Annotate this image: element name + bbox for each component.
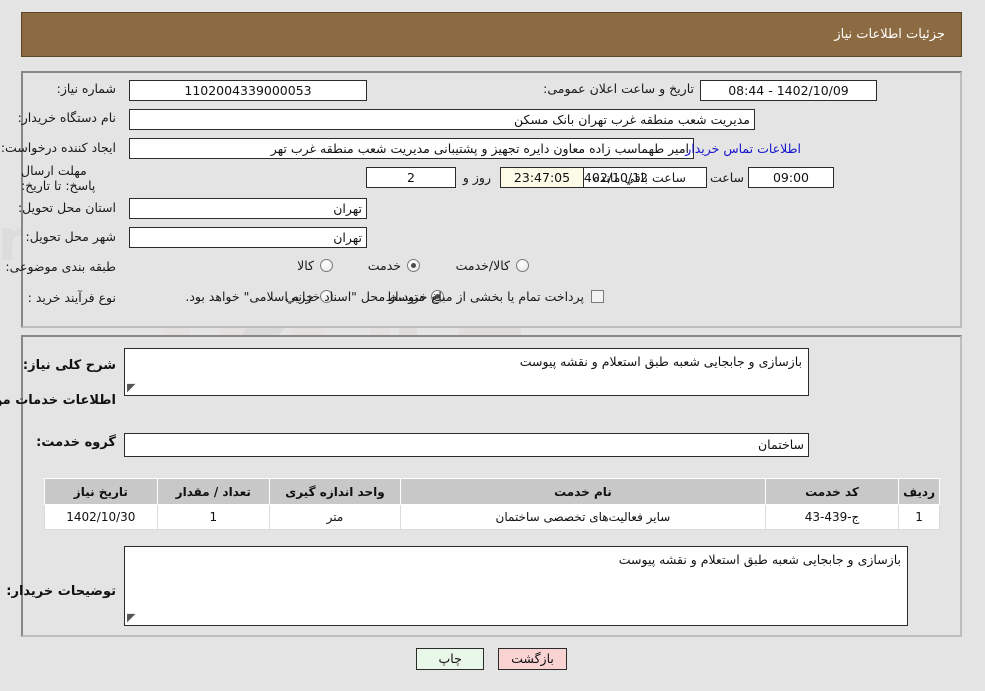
category-radio-2[interactable] (517, 259, 530, 272)
general-desc-textarea[interactable]: بازسازی و جابجایی شعبه طبق استعلام و نقش… (125, 348, 810, 396)
category-label-group: طبقه بندی موضوعی: (6, 259, 117, 274)
process-label-group: نوع فرآیند خرید : (29, 290, 117, 305)
col-date: تاریخ نیاز (45, 478, 159, 505)
category-radio-0[interactable] (321, 259, 334, 272)
buyer-notes-value: بازسازی و جابجایی شعبه طبق استعلام و نقش… (619, 552, 902, 567)
announce-date-label: تاریخ و ساعت اعلان عمومی: (544, 81, 695, 96)
hour-label: ساعت (710, 170, 745, 185)
cell-unit: متر (269, 504, 403, 530)
city-value: تهران (130, 227, 368, 248)
cell-name: سایر فعالیت‌های تخصصی ساختمان (401, 504, 767, 530)
col-unit: واحد اندازه گیری (269, 478, 403, 505)
buyer-org-label-group: نام دستگاه خریدار: (19, 110, 117, 125)
category-option-0-label: کالا (298, 258, 315, 273)
general-desc-value: بازسازی و جابجایی شعبه طبق استعلام و نقش… (520, 354, 803, 369)
buyer-org-label: نام دستگاه خریدار: (18, 110, 117, 125)
service-group-value: ساختمان (125, 433, 810, 457)
announce-date-value: 08:44 - 1402/10/09 (701, 80, 878, 101)
page-title: جزئیات اطلاعات نیاز (835, 27, 946, 42)
province-value: تهران (130, 198, 368, 219)
table-header-row: ردیف کد خدمت نام خدمت واحد اندازه گیری ت… (45, 478, 941, 505)
table-row: 1 ج-439-43 سایر فعالیت‌های تخصصی ساختمان… (45, 504, 941, 530)
remaining-days-value: 2 (367, 167, 457, 188)
payment-note-group[interactable]: پرداخت تمام یا بخشی از مبلغ خرید،از محل … (186, 289, 605, 304)
category-label: طبقه بندی موضوعی: (6, 259, 117, 274)
back-button[interactable]: بازگشت (499, 648, 568, 670)
countdown-timer-value: 23:47:05 (501, 167, 585, 188)
province-label-group: استان محل تحویل: (19, 200, 117, 215)
process-type-label: نوع فرآیند خرید : (28, 290, 117, 305)
need-number-label: شماره نیاز: (57, 81, 117, 96)
cell-date: 1402/10/30 (45, 504, 159, 530)
payment-note-text: پرداخت تمام یا بخشی از مبلغ خرید،از محل … (186, 289, 585, 304)
deadline-label: مهلت ارسال پاسخ: تا تاریخ: (22, 163, 97, 193)
col-code: کد خدمت (765, 478, 901, 505)
page-root: AriaTender.net جزئیات اطلاعات نیاز شماره… (0, 0, 985, 691)
bottom-button-bar: بازگشت چاپ (0, 648, 985, 670)
cell-code: ج-439-43 (765, 504, 901, 530)
days-unit-label: روز و (463, 170, 492, 185)
general-desc-label: شرح کلی نیاز: (23, 358, 117, 373)
need-number-value: 1102004339000053 (130, 80, 368, 101)
need-number-field-group: شماره نیاز: (58, 81, 117, 96)
category-radio-1[interactable] (408, 259, 421, 272)
col-qty: تعداد / مقدار (157, 478, 271, 505)
services-section-title: اطلاعات خدمات مورد نیاز (0, 393, 117, 408)
category-option-2-label: کالا/خدمت (456, 258, 511, 273)
resize-grip-icon[interactable]: ◥ (128, 381, 140, 394)
deadline-time-value: 09:00 (749, 167, 835, 188)
buyer-notes-label: توضیحات خریدار: (7, 584, 117, 599)
category-option-2[interactable]: کالا/خدمت (457, 258, 530, 273)
buyer-contact-link[interactable]: اطلاعات تماس خریدار (686, 141, 802, 156)
category-option-1-label: خدمت (368, 258, 402, 273)
services-table: ردیف کد خدمت نام خدمت واحد اندازه گیری ت… (45, 478, 941, 530)
cell-qty: 1 (157, 504, 271, 530)
creator-value: امیر طهماسب زاده معاون دایره تجهیز و پشت… (130, 138, 695, 159)
col-row: ردیف (899, 478, 941, 505)
creator-label: ایجاد کننده درخواست: (1, 140, 117, 155)
city-label: شهر محل تحویل: (26, 229, 117, 244)
service-group-label: گروه خدمت: (37, 435, 117, 450)
resize-grip-icon-2[interactable]: ◥ (128, 611, 140, 624)
creator-label-group: ایجاد کننده درخواست: (2, 140, 117, 155)
buyer-org-value: مدیریت شعب منطقه غرب تهران بانک مسکن (130, 109, 756, 130)
city-label-group: شهر محل تحویل: (27, 229, 117, 244)
col-name: نام خدمت (401, 478, 767, 505)
payment-note-checkbox[interactable] (592, 290, 605, 303)
announce-date-label-group: تاریخ و ساعت اعلان عمومی: (544, 81, 695, 96)
province-label: استان محل تحویل: (18, 200, 117, 215)
buyer-notes-textarea[interactable]: بازسازی و جابجایی شعبه طبق استعلام و نقش… (125, 546, 909, 626)
category-option-0[interactable]: کالا (298, 258, 334, 273)
remaining-hours-label: ساعت باقي مانده (594, 170, 687, 185)
category-option-1[interactable]: خدمت (369, 258, 421, 273)
cell-row: 1 (899, 504, 941, 530)
page-header-bar: جزئیات اطلاعات نیاز (22, 12, 963, 57)
print-button[interactable]: چاپ (417, 648, 486, 670)
